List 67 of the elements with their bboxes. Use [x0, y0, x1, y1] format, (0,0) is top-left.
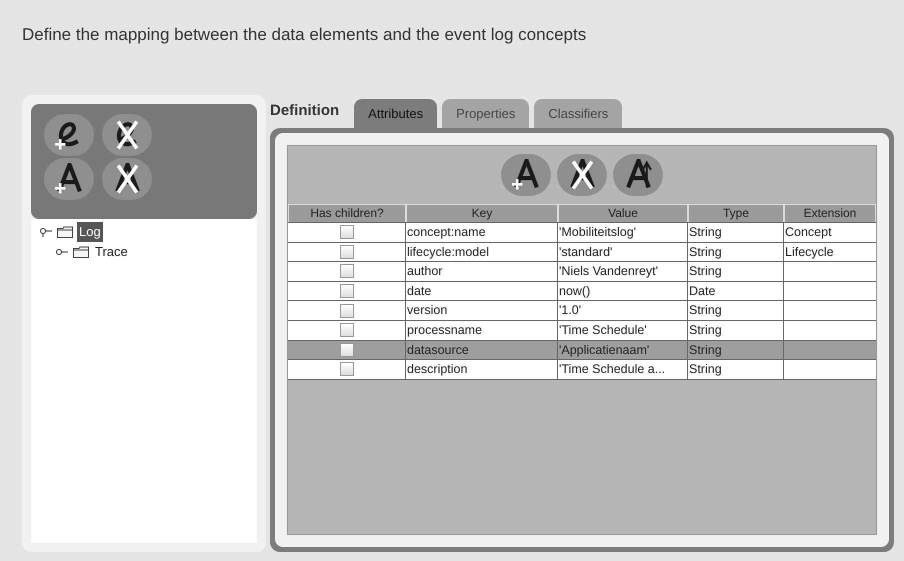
table-cell: String	[689, 244, 722, 259]
peak-plus-icon	[511, 159, 541, 191]
table-cell: author	[407, 264, 442, 278]
table-cell: '1.0'	[559, 303, 582, 318]
column-header[interactable]: Value	[558, 204, 688, 222]
table-cell: 'Mobiliteitslog'	[559, 225, 636, 239]
tree-item[interactable]: Trace	[93, 242, 130, 262]
checkbox[interactable]	[340, 362, 354, 376]
table-cell: Concept	[785, 225, 832, 239]
folder-icon	[57, 226, 73, 238]
table-row[interactable]: lifecycle:model 'standard' String Lifecycle	[288, 242, 876, 262]
tool-button[interactable]	[501, 154, 551, 196]
table-row[interactable]: author 'Niels Vandenreyt' String	[288, 262, 876, 282]
table-cell: String	[689, 342, 722, 357]
checkbox[interactable]	[340, 342, 354, 357]
checkbox[interactable]	[340, 304, 354, 318]
tool-button[interactable]	[44, 158, 94, 200]
tool-button[interactable]	[44, 114, 94, 156]
table-cell: String	[689, 264, 722, 278]
table-row[interactable]: processname 'Time Schedule' String	[288, 320, 876, 341]
table-cell: String	[689, 362, 722, 376]
table-cell: String	[689, 225, 722, 239]
folder-icon	[73, 246, 89, 258]
table-row[interactable]: description 'Time Schedule a... String	[288, 360, 876, 380]
table-cell: concept:name	[407, 225, 486, 239]
checkbox[interactable]	[340, 225, 354, 240]
table-cell: 'Time Schedule'	[559, 322, 647, 337]
expanded-handle-icon[interactable]	[39, 227, 53, 237]
table-cell: 'Niels Vandenreyt'	[559, 264, 658, 278]
column-header[interactable]: Extension	[784, 204, 876, 222]
table-row[interactable]: concept:name 'Mobiliteitslog' String Concept	[288, 223, 876, 243]
tool-button[interactable]	[557, 154, 607, 196]
tab[interactable]: Attributes	[354, 99, 438, 128]
checkbox[interactable]	[340, 244, 354, 259]
tool-button[interactable]	[613, 154, 663, 196]
table-cell: 'Applicatienaam'	[559, 342, 650, 357]
checkbox[interactable]	[340, 264, 354, 278]
tool-button[interactable]	[102, 114, 152, 156]
table-cell: Date	[689, 284, 716, 298]
table-cell: description	[407, 362, 468, 376]
tab[interactable]: Properties	[442, 99, 530, 128]
table-cell: String	[689, 322, 722, 337]
tool-button[interactable]	[102, 158, 152, 200]
peak-plus-icon	[54, 163, 84, 195]
checkbox[interactable]	[340, 284, 354, 298]
table-cell: 'standard'	[559, 244, 612, 259]
table-row[interactable]: datasource 'Applicatienaam' String	[288, 340, 876, 360]
column-header[interactable]: Has children?	[288, 204, 406, 222]
table-cell: String	[689, 303, 722, 318]
column-header[interactable]: Key	[406, 204, 558, 222]
table-cell: processname	[407, 322, 482, 337]
table-cell: lifecycle:model	[407, 244, 489, 259]
table-row[interactable]: version '1.0' String	[288, 301, 876, 321]
table-cell: date	[407, 284, 432, 298]
definition-label: Definition	[270, 100, 340, 120]
checkbox[interactable]	[340, 323, 354, 338]
table-cell: now()	[559, 284, 590, 298]
column-header[interactable]: Type	[688, 204, 784, 222]
page-heading: Define the mapping between the data elements and the event log concepts	[21, 24, 588, 46]
table-cell: version	[407, 303, 448, 318]
tab[interactable]: Classifiers	[534, 99, 622, 128]
collapsed-handle-icon[interactable]	[55, 247, 69, 257]
table-row[interactable]: date now() Date	[288, 282, 876, 302]
table-cell: 'Time Schedule a...	[559, 362, 666, 376]
table-cell: Lifecycle	[785, 244, 834, 259]
tree-item[interactable]: Log	[77, 222, 103, 242]
table-cell: datasource	[407, 342, 469, 357]
